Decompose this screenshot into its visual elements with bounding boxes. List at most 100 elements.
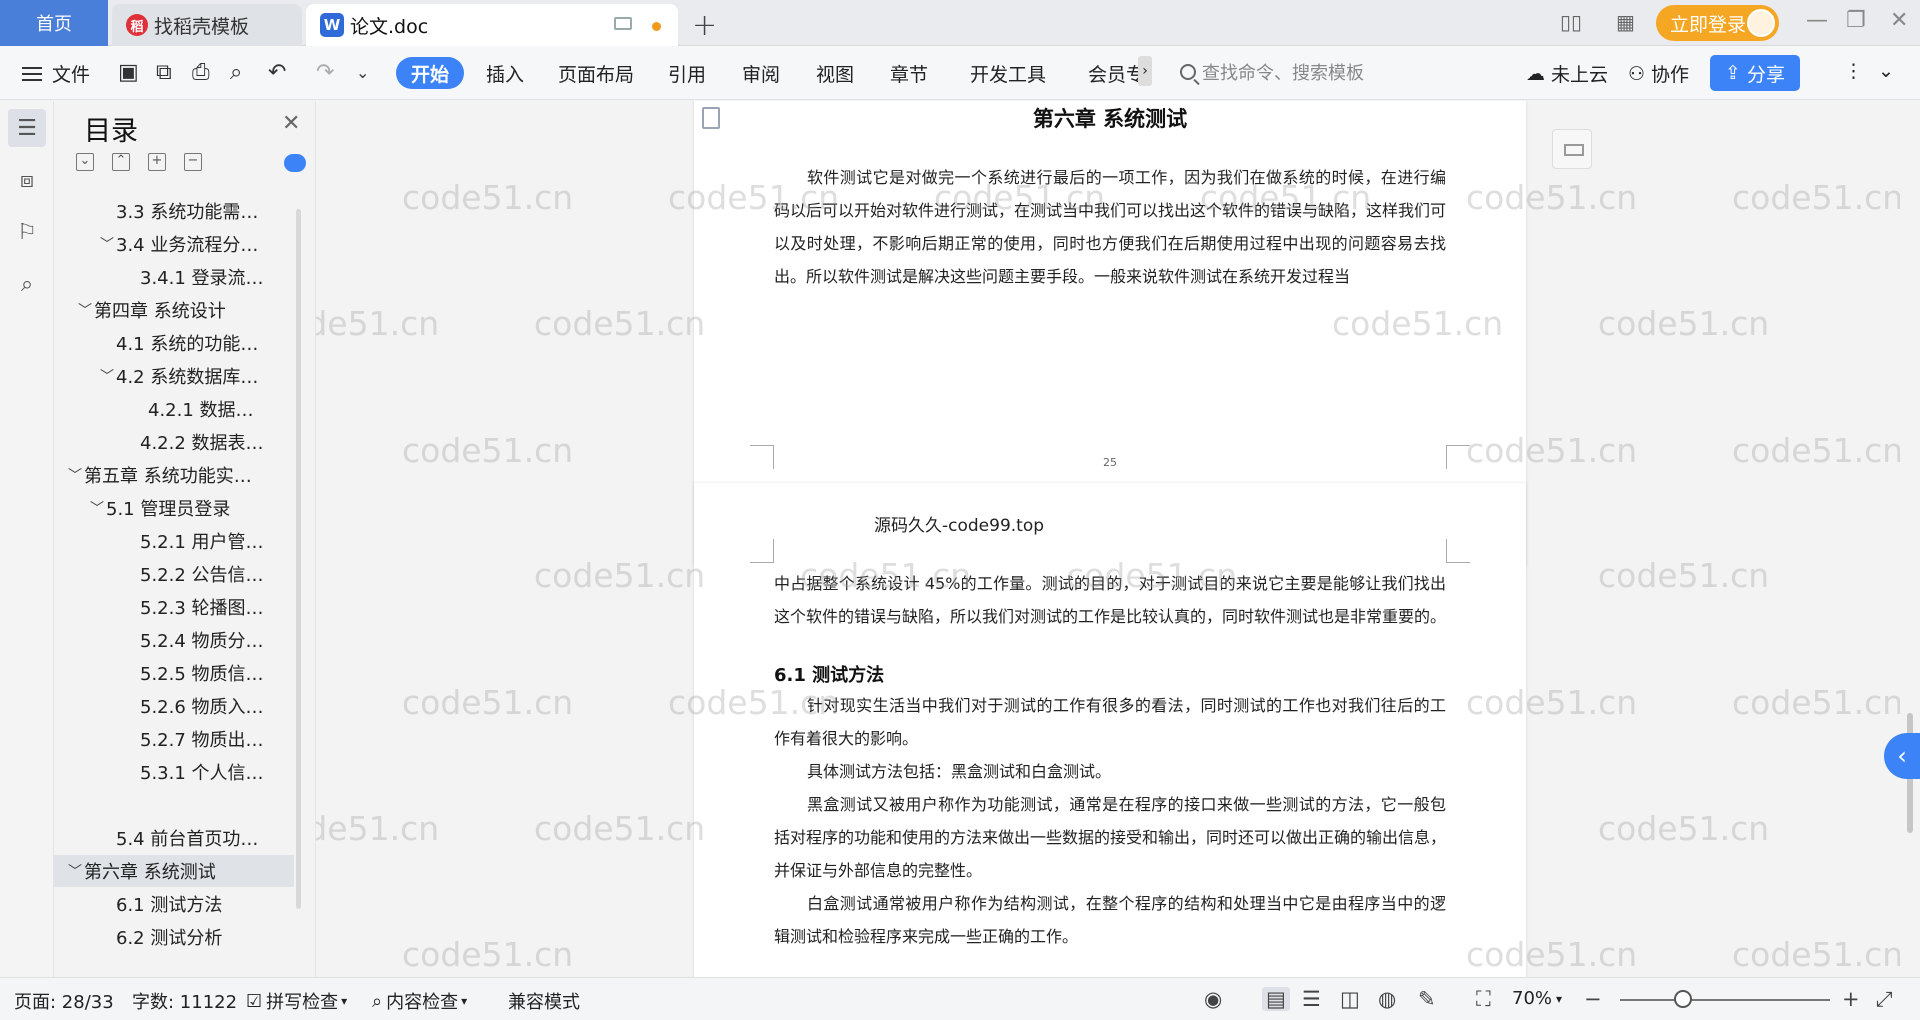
toc-item[interactable]: 5.2.1 用户管…: [54, 525, 294, 557]
toc-item[interactable]: 5.3.1 个人信…: [54, 756, 294, 788]
toc-item-selected[interactable]: ﹀ 第六章 系统测试: [54, 855, 294, 887]
web-view-icon[interactable]: ◍: [1378, 987, 1396, 1011]
tab-insert[interactable]: 插入: [486, 60, 524, 87]
export-icon[interactable]: ⧉: [156, 60, 172, 85]
login-button[interactable]: 立即登录: [1656, 5, 1779, 41]
tab-document[interactable]: W 论文.doc: [306, 4, 678, 46]
toc-item[interactable]: 4.1 系统的功能…: [54, 327, 294, 359]
toc-item[interactable]: 5.4 前台首页功…: [54, 822, 294, 854]
cloud-status-button[interactable]: ☁ 未上云: [1526, 60, 1608, 87]
eye-protection-icon[interactable]: ◉: [1204, 987, 1222, 1011]
ribbon-scroll-right-icon[interactable]: ›: [1138, 56, 1152, 86]
collapse-ribbon-icon[interactable]: ⌄: [1878, 60, 1894, 82]
toc-item[interactable]: ﹀ 第五章 系统功能实…: [54, 459, 294, 491]
redo-icon[interactable]: ↷: [316, 60, 334, 85]
chapter-nav-icon[interactable]: ⧈: [8, 161, 46, 199]
toc-item[interactable]: 3.3 系统功能需…: [54, 195, 294, 227]
restore-icon[interactable]: ❐: [1846, 8, 1866, 33]
toc-item[interactable]: ﹀ 4.2 系统数据库…: [54, 360, 294, 392]
chevron-down-icon[interactable]: ﹀: [88, 498, 106, 518]
save-icon[interactable]: ▣: [118, 60, 139, 85]
collapse-all-icon[interactable]: ⌄: [76, 153, 94, 171]
share-button[interactable]: ⇪ 分享: [1710, 55, 1800, 91]
more-options-icon[interactable]: ⋮: [1844, 60, 1863, 82]
chevron-down-icon[interactable]: ﹀: [76, 300, 94, 320]
reading-view-icon[interactable]: ◫: [1340, 987, 1360, 1011]
print-icon[interactable]: ⎙: [192, 60, 210, 85]
toc-item[interactable]: 5.2.6 物质入…: [54, 690, 294, 722]
toc-item-label: 5.2.3 轮播图…: [140, 598, 264, 619]
toc-item[interactable]: 4.2.1 数据…: [54, 393, 294, 425]
word-count[interactable]: 字数: 11122: [132, 988, 237, 1014]
zoom-in-icon[interactable]: +: [1842, 987, 1860, 1011]
find-icon[interactable]: ⌕: [8, 265, 46, 303]
fullscreen-icon[interactable]: ⤢: [1876, 987, 1893, 1012]
close-icon[interactable]: ✕: [282, 111, 300, 136]
tab-home[interactable]: 首页: [0, 0, 108, 46]
toc-item-label: 4.2.1 数据…: [148, 400, 254, 421]
collaborate-button[interactable]: ⚇ 协作: [1628, 60, 1689, 87]
tab-member[interactable]: 会员专: [1088, 60, 1140, 87]
toc-item[interactable]: 4.2.2 数据表…: [54, 426, 294, 458]
chevron-down-icon[interactable]: ﹀: [66, 861, 84, 881]
quick-access-more-icon[interactable]: ⌄: [356, 63, 369, 82]
minimize-icon[interactable]: —: [1806, 8, 1828, 33]
command-search-placeholder: 查找命令、搜索模板: [1202, 63, 1364, 84]
tab-view[interactable]: 视图: [816, 60, 854, 87]
toc-item[interactable]: ﹀ 5.1 管理员登录: [54, 492, 294, 524]
toc-item[interactable]: 5.2.4 物质分…: [54, 624, 294, 656]
document-page[interactable]: 源码久久-code99.top 中占据整个系统设计 45%的工作量。测试的目的，…: [694, 483, 1526, 977]
file-menu-button[interactable]: 文件: [22, 60, 90, 87]
chevron-down-icon[interactable]: ﹀: [98, 366, 116, 386]
toc-item[interactable]: ﹀ 第四章 系统设计: [54, 294, 294, 326]
chevron-down-icon[interactable]: ﹀: [98, 234, 116, 254]
chevron-down-icon[interactable]: ﹀: [66, 465, 84, 485]
spell-check-button[interactable]: ☑ 拼写检查 ▾: [246, 988, 347, 1014]
ai-assistant-icon[interactable]: [284, 154, 306, 172]
zoom-slider-thumb[interactable]: [1674, 990, 1692, 1008]
toc-panel-icon[interactable]: ☰: [8, 109, 46, 147]
zoom-slider[interactable]: [1620, 999, 1830, 1001]
body-paragraph: 软件测试它是对做完一个系统进行最后的一项工作，因为我们在做系统的时候，在进行编码…: [774, 168, 1447, 286]
command-search[interactable]: 查找命令、搜索模板: [1180, 59, 1364, 85]
document-canvas[interactable]: 第六章 系统测试 软件测试它是对做完一个系统进行最后的一项工作，因为我们在做系统…: [316, 101, 1900, 977]
toc-item[interactable]: 5.2.3 轮播图…: [54, 591, 294, 623]
bookmark-icon[interactable]: ⚐: [8, 213, 46, 251]
undo-icon[interactable]: ↶: [268, 60, 286, 85]
tab-developer[interactable]: 开发工具: [970, 60, 1046, 87]
zoom-out-icon[interactable]: −: [1584, 987, 1602, 1011]
toc-item[interactable]: 6.2 测试分析: [54, 921, 294, 953]
toc-item[interactable]: 6.1 测试方法: [54, 888, 294, 920]
layout-icon[interactable]: ▯▯: [1560, 10, 1582, 34]
zoom-level[interactable]: 70% ▾: [1512, 988, 1562, 1009]
write-mode-icon[interactable]: ✎: [1418, 987, 1436, 1011]
add-heading-icon[interactable]: +: [148, 153, 166, 171]
toc-item[interactable]: 5.2.5 物质信…: [54, 657, 294, 689]
print-preview-icon[interactable]: ⌕: [230, 60, 242, 85]
tab-references[interactable]: 引用: [668, 60, 706, 87]
filter-icon[interactable]: [1552, 129, 1592, 169]
new-tab-button[interactable]: +: [692, 8, 717, 43]
toc-item[interactable]: ﹀ 3.4 业务流程分…: [54, 228, 294, 260]
tab-chapter[interactable]: 章节: [890, 60, 928, 87]
tab-docer-templates[interactable]: 稻 找稻壳模板: [112, 4, 302, 46]
content-check-button[interactable]: ⌕ 内容检查 ▾: [372, 988, 467, 1014]
page-indicator[interactable]: 页面: 28/33: [14, 988, 114, 1014]
outline-view-icon[interactable]: ☰: [1302, 987, 1321, 1011]
tab-page-layout[interactable]: 页面布局: [558, 60, 634, 87]
fit-page-icon[interactable]: ⛶: [1476, 987, 1491, 1012]
remove-heading-icon[interactable]: −: [184, 153, 202, 171]
tab-review[interactable]: 审阅: [742, 60, 780, 87]
body-paragraph: 黑盒测试又被用户称作为功能测试，通常是在程序的接口来做一些测试的方法，它一般包括…: [774, 795, 1447, 880]
tab-home-ribbon[interactable]: 开始: [396, 57, 464, 89]
apps-grid-icon[interactable]: ▦: [1616, 10, 1635, 34]
page-view-icon[interactable]: ▤: [1262, 987, 1290, 1011]
expand-up-icon[interactable]: ⌃: [112, 153, 130, 171]
toc-item[interactable]: 5.2.7 物质出…: [54, 723, 294, 755]
toc-item[interactable]: 5.2.2 公告信…: [54, 558, 294, 590]
toc-scrollbar[interactable]: [296, 209, 301, 909]
document-scrollbar[interactable]: [1900, 101, 1920, 977]
monitor-icon[interactable]: [614, 17, 632, 30]
close-icon[interactable]: ✕: [1890, 8, 1908, 33]
toc-item[interactable]: 3.4.1 登录流…: [54, 261, 294, 293]
